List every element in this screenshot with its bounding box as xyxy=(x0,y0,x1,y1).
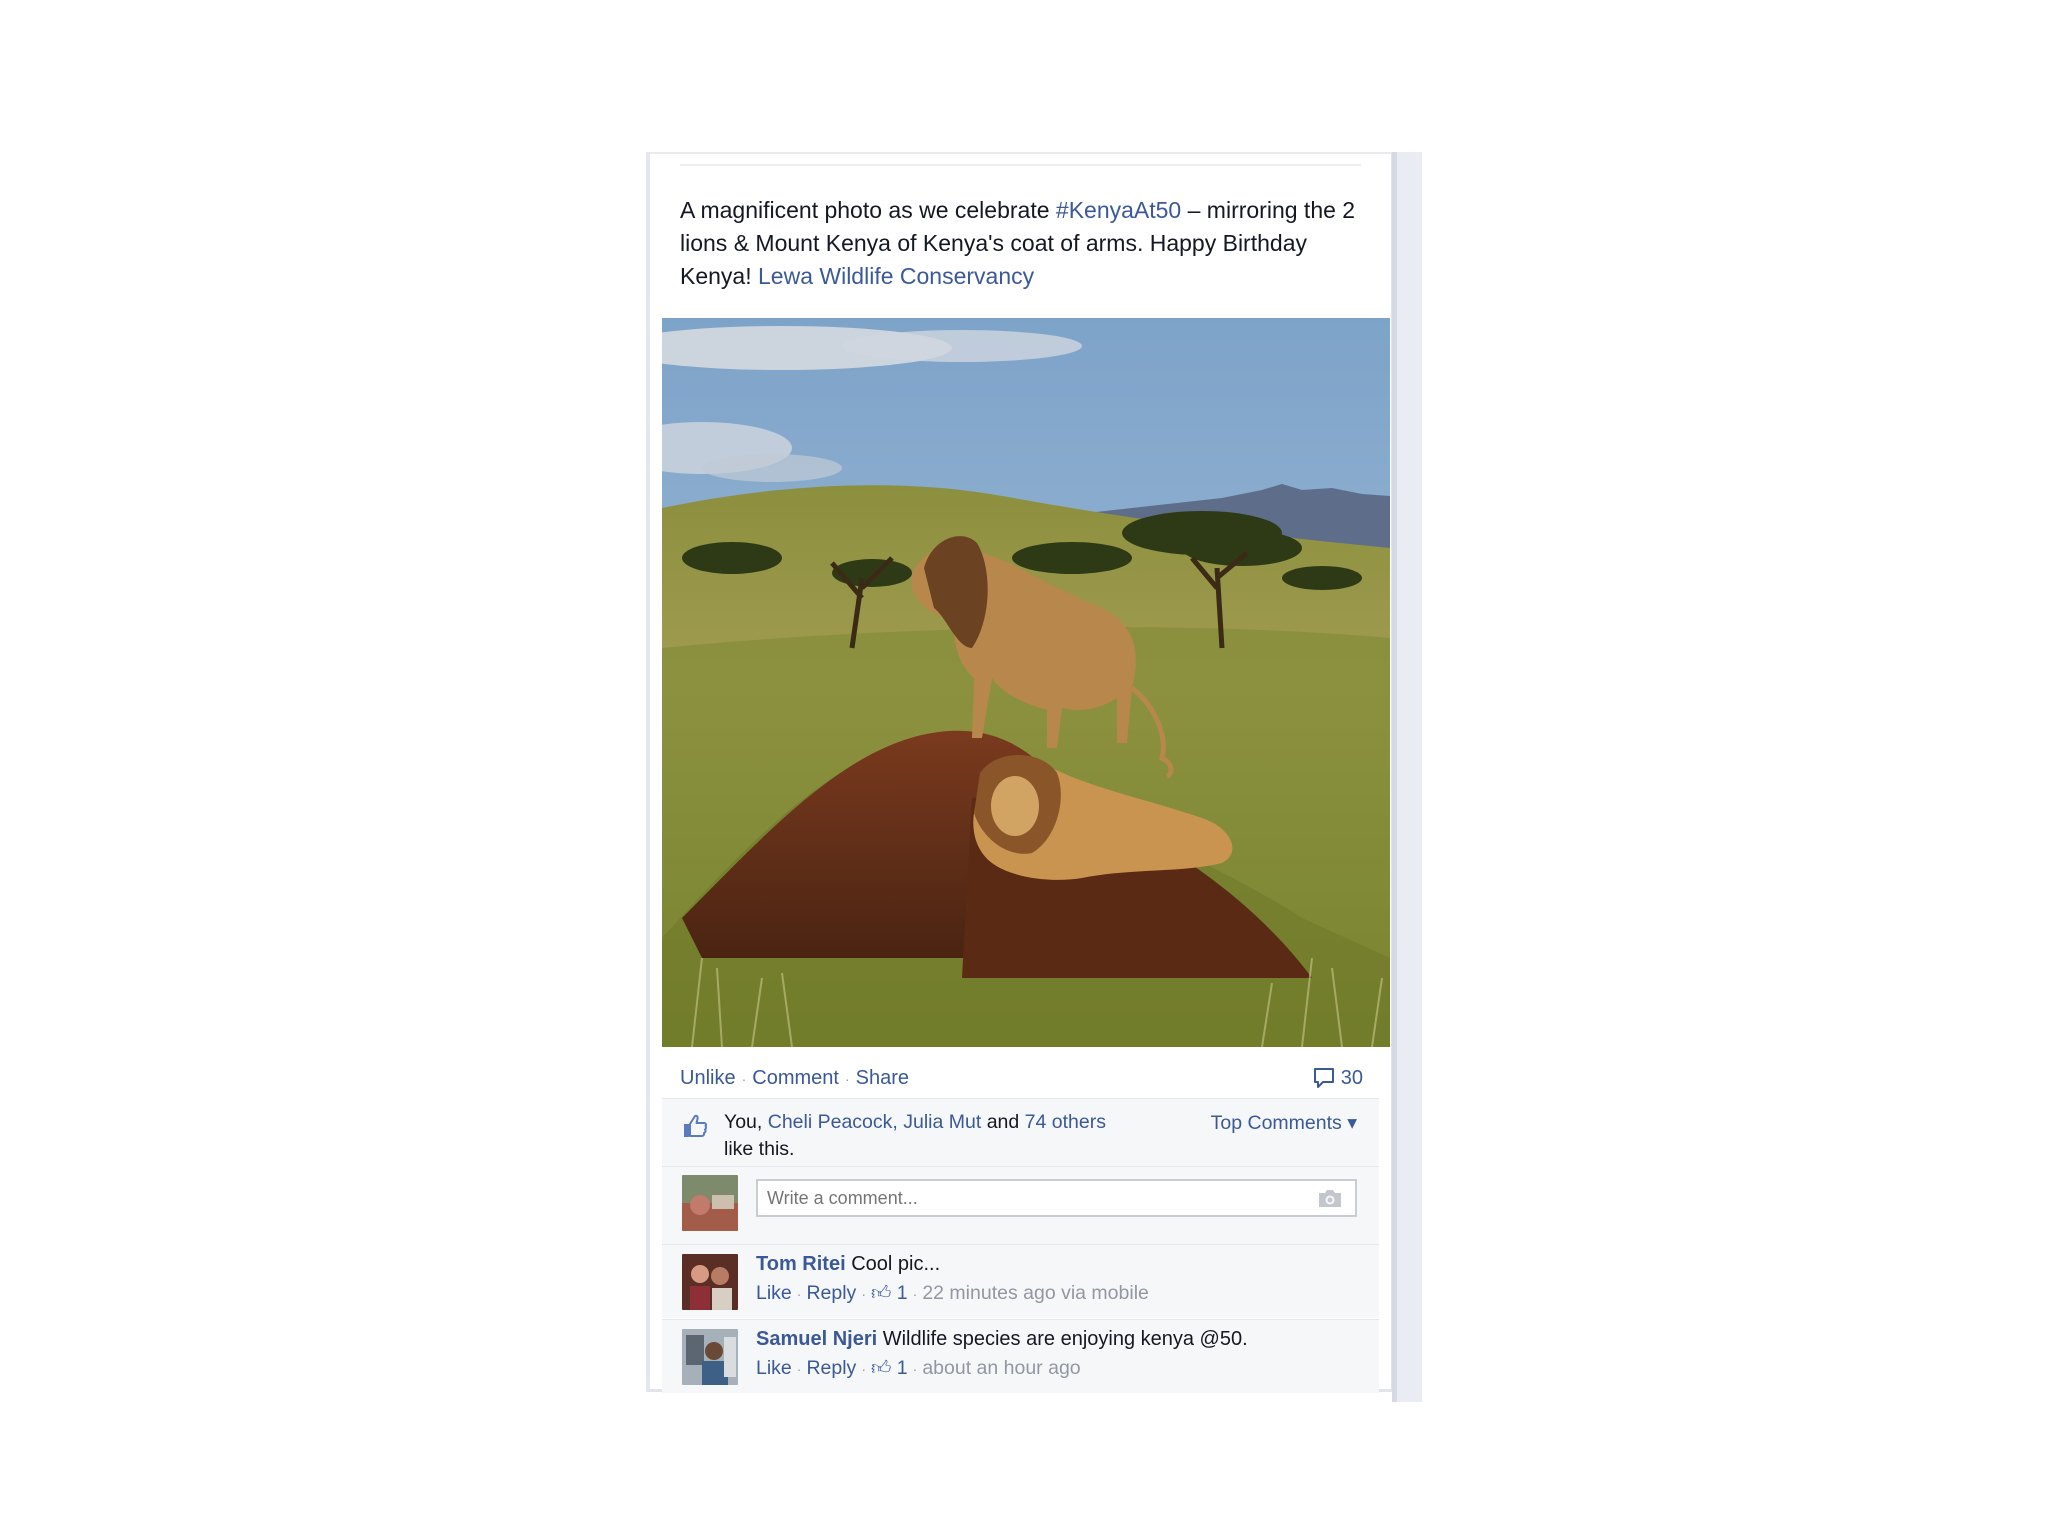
avatar[interactable] xyxy=(682,1254,738,1310)
post-card: A magnificent photo as we celebrate #Ken… xyxy=(646,152,1392,1393)
comment-item: Tom Ritei Cool pic... Like · Reply · 👍︎ 1 · 22… xyxy=(662,1244,1379,1318)
comment-author-link[interactable]: Tom Ritei xyxy=(756,1253,846,1275)
lions-photo-illustration xyxy=(662,318,1390,1047)
post-message: A magnificent photo as we celebrate #Ken… xyxy=(680,194,1360,293)
post-action-bar: Unlike · Comment · Share 30 xyxy=(680,1060,1363,1096)
separator-dot: · xyxy=(796,1286,802,1302)
separator-dot: · xyxy=(741,1071,747,1087)
comment-item: Samuel Njeri Wildlife species are enjoyi… xyxy=(662,1319,1379,1393)
separator-dot: · xyxy=(861,1286,866,1302)
comment-count[interactable]: 30 xyxy=(1313,1060,1363,1096)
camera-icon[interactable] xyxy=(1317,1187,1343,1209)
comment-body: Samuel Njeri Wildlife species are enjoyi… xyxy=(756,1324,1248,1354)
comment-author-link[interactable]: Samuel Njeri xyxy=(756,1328,877,1350)
comment-text: Wildlife species are enjoying kenya @50. xyxy=(882,1328,1248,1350)
current-user-avatar xyxy=(682,1175,738,1231)
likes-suffix: like this. xyxy=(724,1138,795,1160)
unlike-link[interactable]: Unlike xyxy=(680,1067,736,1089)
comment-like-link[interactable]: Like xyxy=(756,1357,792,1379)
commenter-avatar-tom xyxy=(682,1254,738,1310)
comment-link[interactable]: Comment xyxy=(752,1067,839,1089)
avatar[interactable] xyxy=(682,1175,738,1231)
comment-like-count[interactable]: 1 xyxy=(897,1357,908,1379)
comment-timestamp[interactable]: 22 minutes ago via mobile xyxy=(922,1282,1149,1304)
small-like-icon: 👍︎ xyxy=(870,1357,892,1379)
comment-meta: Like · Reply · 👍︎ 1 · 22 minutes ago via mobil… xyxy=(756,1279,1149,1308)
commenter-avatar-samuel xyxy=(682,1329,738,1385)
comment-meta: Like · Reply · 👍︎ 1 · about an hour ago xyxy=(756,1354,1081,1383)
chevron-down-icon: ▾ xyxy=(1347,1112,1357,1134)
separator-dot: · xyxy=(912,1361,918,1377)
separator-dot: · xyxy=(912,1286,918,1302)
liker-link-cheli[interactable]: Cheli Peacock, xyxy=(768,1111,898,1133)
top-comments-label[interactable]: Top Comments xyxy=(1211,1112,1342,1134)
hashtag-link[interactable]: #KenyaAt50 xyxy=(1056,197,1181,223)
top-comments-dropdown[interactable]: Top Comments ▾ xyxy=(1211,1111,1357,1135)
small-like-icon: 👍︎ xyxy=(870,1282,892,1304)
likes-text: You, Cheli Peacock, Julia Mut and 74 oth… xyxy=(724,1109,1184,1163)
comment-timestamp[interactable]: about an hour ago xyxy=(922,1357,1080,1379)
post-text-start: A magnificent photo as we celebrate xyxy=(680,197,1056,223)
liker-link-julia[interactable]: Julia Mut xyxy=(903,1111,981,1133)
post-photo[interactable] xyxy=(662,318,1390,1047)
comment-count-number[interactable]: 30 xyxy=(1341,1060,1363,1096)
comment-like-link[interactable]: Like xyxy=(756,1282,792,1304)
write-comment-row xyxy=(662,1166,1379,1244)
share-link[interactable]: Share xyxy=(856,1067,909,1089)
likes-others-link[interactable]: 74 others xyxy=(1025,1111,1106,1133)
comment-reply-link[interactable]: Reply xyxy=(806,1282,856,1304)
comment-text: Cool pic... xyxy=(851,1253,941,1275)
comment-bubble-icon xyxy=(1313,1068,1334,1088)
comment-like-count[interactable]: 1 xyxy=(897,1282,908,1304)
separator-dot: · xyxy=(861,1361,866,1377)
separator-dot: · xyxy=(796,1361,802,1377)
divider xyxy=(680,164,1361,166)
thumbs-up-icon xyxy=(684,1114,708,1137)
separator-dot: · xyxy=(844,1071,850,1087)
comment-input[interactable] xyxy=(756,1179,1357,1217)
page-link[interactable]: Lewa Wildlife Conservancy xyxy=(758,263,1034,289)
likes-and: and xyxy=(986,1111,1020,1133)
likes-you: You, xyxy=(724,1111,763,1133)
comment-reply-link[interactable]: Reply xyxy=(806,1357,856,1379)
right-rail xyxy=(1392,152,1422,1402)
avatar[interactable] xyxy=(682,1329,738,1385)
comment-body: Tom Ritei Cool pic... xyxy=(756,1249,940,1279)
